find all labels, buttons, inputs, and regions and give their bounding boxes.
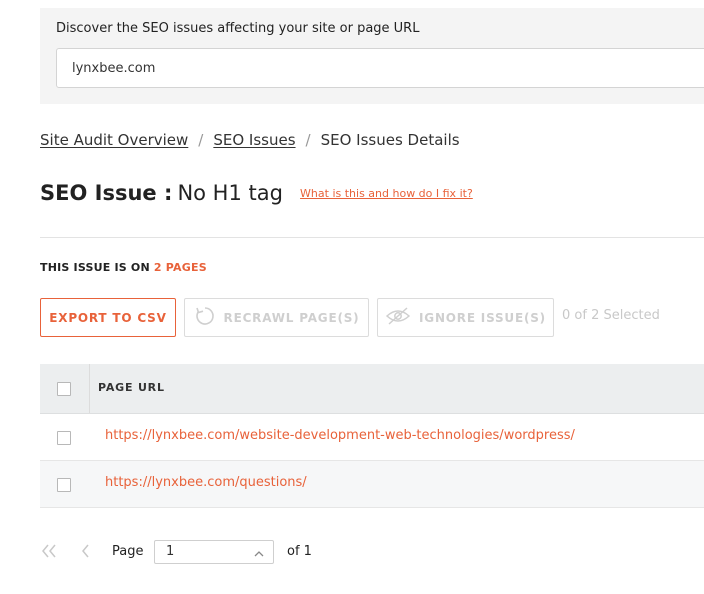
page-url-link[interactable]: https://lynxbee.com/questions/	[105, 475, 307, 490]
chevron-up-icon	[253, 545, 265, 564]
issue-count-prefix: THIS ISSUE IS ON	[40, 261, 150, 274]
search-panel: Discover the SEO issues affecting your s…	[40, 8, 704, 104]
previous-page-icon[interactable]	[80, 543, 92, 563]
title-issue-name: No H1 tag	[177, 181, 283, 205]
breadcrumb-seo-issues[interactable]: SEO Issues	[213, 131, 295, 149]
pagination: Page 1 of 1	[40, 540, 340, 564]
title-prefix: SEO Issue :	[40, 181, 173, 205]
recrawl-pages-label: RECRAWL PAGE(S)	[223, 310, 360, 325]
breadcrumb-separator: /	[198, 131, 204, 149]
page-number-select[interactable]: 1	[154, 540, 274, 564]
page-total: of 1	[287, 544, 312, 559]
pages-table: PAGE URL https://lynxbee.com/website-dev…	[40, 364, 704, 508]
search-label: Discover the SEO issues affecting your s…	[56, 21, 420, 36]
select-all-checkbox[interactable]	[57, 382, 71, 396]
page-url-column-header[interactable]: PAGE URL	[98, 381, 165, 394]
ignore-issues-button[interactable]: IGNORE ISSUE(S)	[377, 298, 554, 337]
select-all-cell	[40, 364, 90, 413]
first-page-icon[interactable]	[40, 543, 58, 563]
row-checkbox[interactable]	[57, 431, 71, 445]
selected-count: 0 of 2 Selected	[562, 308, 660, 323]
recrawl-pages-button[interactable]: RECRAWL PAGE(S)	[184, 298, 369, 337]
page-url-link[interactable]: https://lynxbee.com/website-development-…	[105, 428, 575, 443]
current-page-value: 1	[166, 544, 175, 559]
ignore-issues-label: IGNORE ISSUE(S)	[419, 310, 546, 325]
export-csv-label: EXPORT TO CSV	[49, 310, 167, 325]
refresh-icon	[194, 305, 224, 330]
table-row: https://lynxbee.com/website-development-…	[40, 414, 704, 461]
divider	[40, 237, 704, 238]
issue-count: THIS ISSUE IS ON 2 PAGES	[40, 261, 207, 274]
breadcrumb-site-audit-overview[interactable]: Site Audit Overview	[40, 131, 188, 149]
breadcrumb-separator: /	[305, 131, 311, 149]
row-checkbox[interactable]	[57, 478, 71, 492]
url-search-input[interactable]	[56, 48, 704, 88]
table-header: PAGE URL	[40, 364, 704, 414]
issue-count-pages: 2 PAGES	[153, 261, 207, 274]
page-title: SEO Issue : No H1 tag What is this and h…	[40, 181, 473, 205]
export-csv-button[interactable]: EXPORT TO CSV	[40, 298, 176, 337]
page-label: Page	[112, 544, 144, 559]
help-link[interactable]: What is this and how do I fix it?	[300, 187, 473, 200]
eye-off-icon	[385, 306, 419, 329]
breadcrumb-current: SEO Issues Details	[320, 131, 460, 149]
table-row: https://lynxbee.com/questions/	[40, 461, 704, 508]
breadcrumb: Site Audit Overview / SEO Issues / SEO Issue…	[40, 131, 460, 149]
